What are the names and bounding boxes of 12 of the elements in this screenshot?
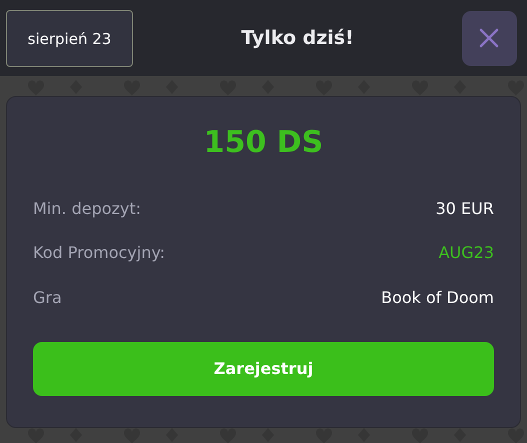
register-button[interactable]: Zarejestruj — [33, 342, 494, 396]
detail-label: Kod Promocyjny: — [33, 243, 166, 262]
detail-value: Book of Doom — [381, 288, 494, 307]
detail-value: 30 EUR — [436, 198, 494, 218]
date-badge: sierpień 23 — [6, 10, 133, 67]
dialog-title: Tylko dziś! — [241, 27, 354, 49]
close-icon — [479, 28, 500, 48]
detail-label: Min. depozyt: — [33, 198, 142, 218]
detail-label: Gra — [33, 288, 62, 307]
bonus-amount: 150 DS — [204, 125, 324, 160]
close-button[interactable] — [462, 10, 517, 66]
detail-value: AUG23 — [438, 243, 494, 262]
